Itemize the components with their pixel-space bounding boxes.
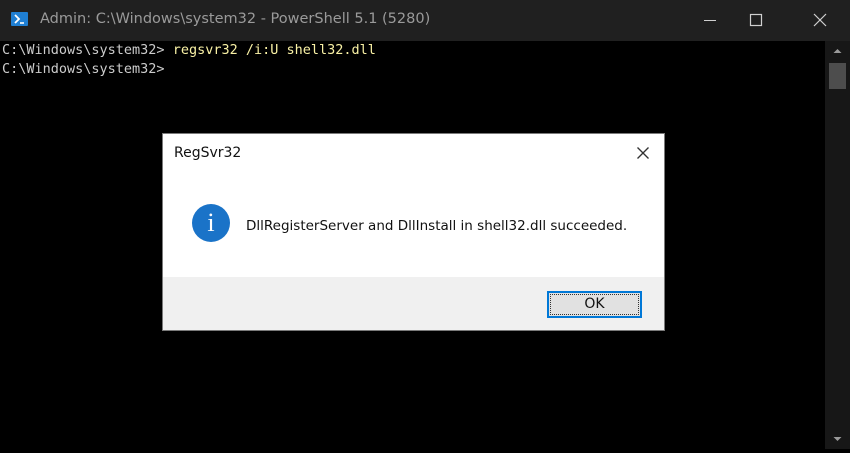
info-icon: i: [192, 204, 230, 242]
scroll-up-arrow-icon: [833, 49, 842, 53]
dialog-content: RegSvr32 i DllRegisterServer and DllInst…: [163, 134, 664, 277]
powershell-icon: [11, 12, 28, 26]
close-icon: [813, 13, 827, 27]
maximize-icon: [749, 13, 763, 27]
console-prompt: C:\Windows\system32>: [2, 61, 165, 77]
close-icon: [637, 147, 649, 159]
scroll-down-arrow-icon: [833, 437, 842, 441]
ok-button[interactable]: OK: [547, 291, 642, 318]
vertical-scrollbar[interactable]: [825, 41, 850, 449]
console-prompt: C:\Windows\system32>: [2, 42, 173, 58]
scroll-thumb[interactable]: [829, 63, 846, 89]
dialog-title: RegSvr32: [174, 145, 242, 161]
title-bar[interactable]: Admin: C:\Windows\system32 - PowerShell …: [0, 0, 850, 41]
minimize-icon: [704, 20, 716, 21]
console-line: C:\Windows\system32> regsvr32 /i:U shell…: [2, 42, 376, 58]
window-title: Admin: C:\Windows\system32 - PowerShell …: [40, 11, 431, 27]
scroll-down-button[interactable]: [825, 429, 850, 449]
console-line: C:\Windows\system32>: [2, 61, 165, 77]
minimize-button[interactable]: [687, 0, 733, 41]
close-button[interactable]: [797, 0, 843, 41]
regsvr32-dialog: RegSvr32 i DllRegisterServer and DllInst…: [162, 133, 665, 331]
info-icon-glyph: i: [207, 208, 215, 237]
dialog-message: DllRegisterServer and DllInstall in shel…: [246, 218, 628, 234]
console-command: regsvr32 /i:U shell32.dll: [172, 42, 376, 58]
dialog-close-button[interactable]: [631, 141, 655, 165]
ok-button-label: OK: [584, 296, 605, 312]
maximize-button[interactable]: [733, 0, 779, 41]
scroll-up-button[interactable]: [825, 41, 850, 61]
